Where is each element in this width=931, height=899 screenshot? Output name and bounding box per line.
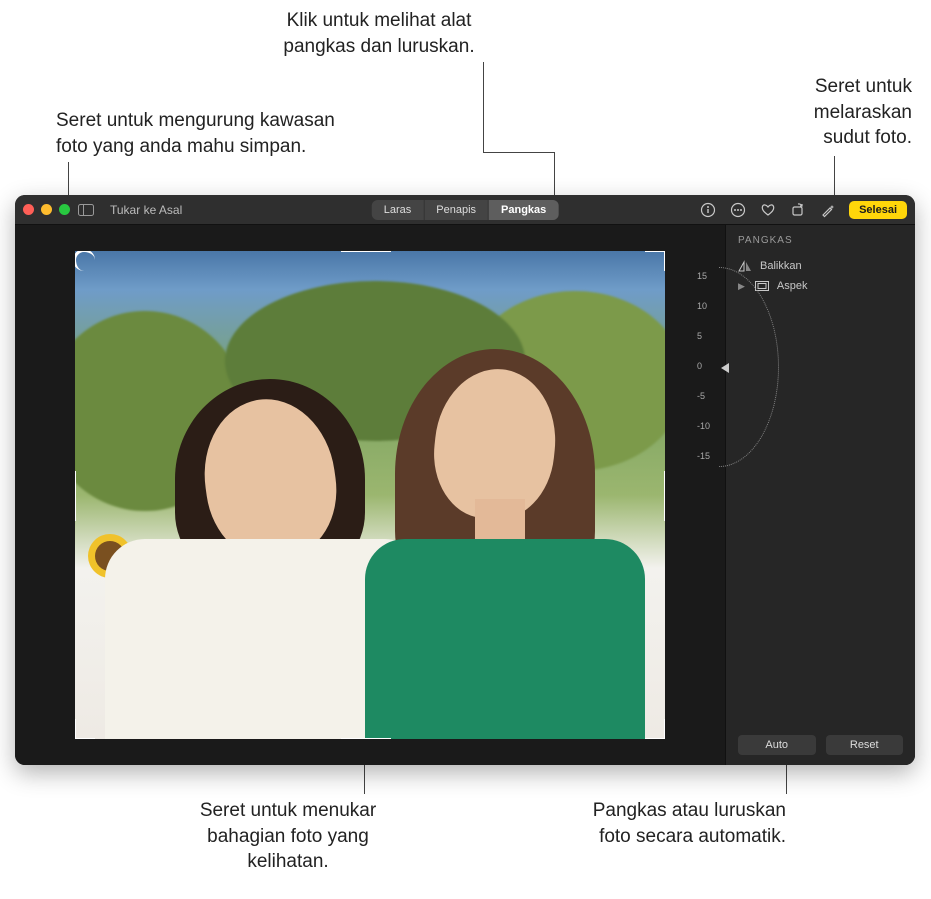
callout-line	[554, 152, 555, 200]
dial-pointer-icon	[721, 363, 729, 373]
callout-line	[483, 152, 554, 153]
edit-mode-tabs: Laras Penapis Pangkas	[372, 200, 559, 220]
straighten-dial[interactable]: 15 10 5 0 -5 -10 -15	[659, 267, 719, 467]
flip-icon	[738, 260, 752, 272]
titlebar: Tukar ke Asal Laras Penapis Pangkas Sele…	[15, 195, 915, 225]
favorite-icon[interactable]	[759, 201, 777, 219]
dial-tick: 15	[697, 271, 707, 281]
flip-label: Balikkan	[760, 260, 802, 272]
dial-tick: 0	[697, 361, 702, 371]
info-icon[interactable]	[699, 201, 717, 219]
dial-tick: -15	[697, 451, 710, 461]
crop-handle-br[interactable]	[645, 719, 665, 739]
dial-arc	[659, 267, 779, 467]
auto-button[interactable]: Auto	[738, 735, 816, 755]
toolbar-right: Selesai	[699, 201, 907, 219]
callout-drag-visible: Seret untuk menukar bahagian foto yang k…	[178, 798, 398, 875]
panel-title: PANGKAS	[738, 235, 903, 246]
tab-adjust[interactable]: Laras	[372, 200, 425, 220]
callout-line	[483, 62, 484, 152]
photo-content	[105, 399, 405, 739]
panel-footer: Auto Reset	[738, 727, 903, 755]
crop-handle-bl[interactable]	[75, 719, 95, 739]
rotate-icon[interactable]	[789, 201, 807, 219]
photo-crop-region[interactable]	[75, 251, 665, 739]
callout-drag-angle: Seret untuk melaraskan sudut foto.	[782, 74, 912, 151]
callout-auto-crop: Pangkas atau luruskan foto secara automa…	[556, 798, 786, 849]
photos-edit-window: Tukar ke Asal Laras Penapis Pangkas Sele…	[15, 195, 915, 765]
canvas-area	[15, 225, 725, 765]
window-controls	[23, 204, 70, 215]
workspace: PANGKAS Balikkan ▶ Aspek Auto Reset	[15, 225, 915, 765]
dial-tick: -10	[697, 421, 710, 431]
crop-handle-top[interactable]	[341, 251, 391, 252]
more-icon[interactable]	[729, 201, 747, 219]
sidebar-toggle-icon[interactable]	[78, 204, 94, 216]
tab-crop[interactable]: Pangkas	[489, 200, 558, 220]
zoom-window-button[interactable]	[59, 204, 70, 215]
callout-drag-enclose: Seret untuk mengurung kawasan foto yang …	[56, 108, 376, 159]
aspect-button[interactable]: ▶ Aspek	[738, 276, 903, 296]
dial-tick: 10	[697, 301, 707, 311]
auto-enhance-icon[interactable]	[819, 201, 837, 219]
close-window-button[interactable]	[23, 204, 34, 215]
done-button[interactable]: Selesai	[849, 201, 907, 219]
aspect-label: Aspek	[777, 280, 808, 292]
revert-button[interactable]: Tukar ke Asal	[102, 201, 190, 219]
dial-tick: -5	[697, 391, 705, 401]
minimize-window-button[interactable]	[41, 204, 52, 215]
reset-button[interactable]: Reset	[826, 735, 904, 755]
dial-tick: 5	[697, 331, 702, 341]
crop-handle-right[interactable]	[664, 471, 665, 521]
crop-handle-tl[interactable]	[75, 251, 95, 271]
callout-crop-tool: Klik untuk melihat alat pangkas dan luru…	[264, 8, 494, 59]
tab-filters[interactable]: Penapis	[424, 200, 489, 220]
flip-button[interactable]: Balikkan	[738, 256, 903, 276]
photo-content	[365, 379, 645, 739]
